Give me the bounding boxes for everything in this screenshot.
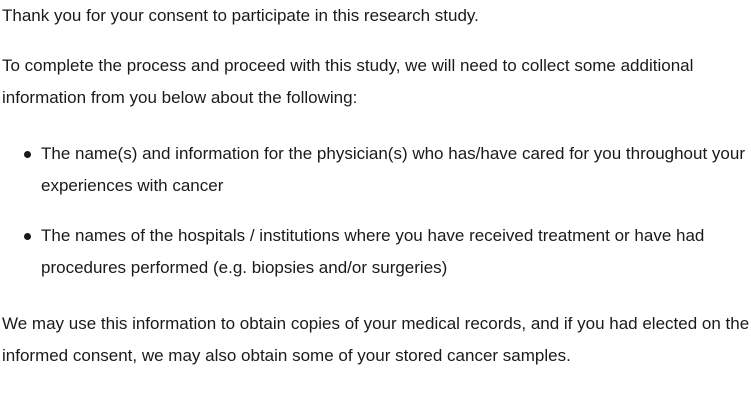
medical-records-paragraph: We may use this information to obtain co…: [2, 314, 750, 365]
consent-info-section: Thank you for your consent to participat…: [0, 0, 751, 372]
bullet-icon: [24, 233, 31, 240]
list-item-text: The name(s) and information for the phys…: [41, 144, 745, 195]
thank-you-paragraph: Thank you for your consent to participat…: [2, 6, 479, 25]
instructions-paragraph: To complete the process and proceed with…: [2, 56, 694, 107]
required-info-list: The name(s) and information for the phys…: [2, 138, 751, 284]
bullet-icon: [24, 151, 31, 158]
list-item-hospitals: The names of the hospitals / institution…: [24, 220, 751, 284]
list-item-text: The names of the hospitals / institution…: [41, 226, 705, 277]
list-item-physicians: The name(s) and information for the phys…: [24, 138, 751, 202]
